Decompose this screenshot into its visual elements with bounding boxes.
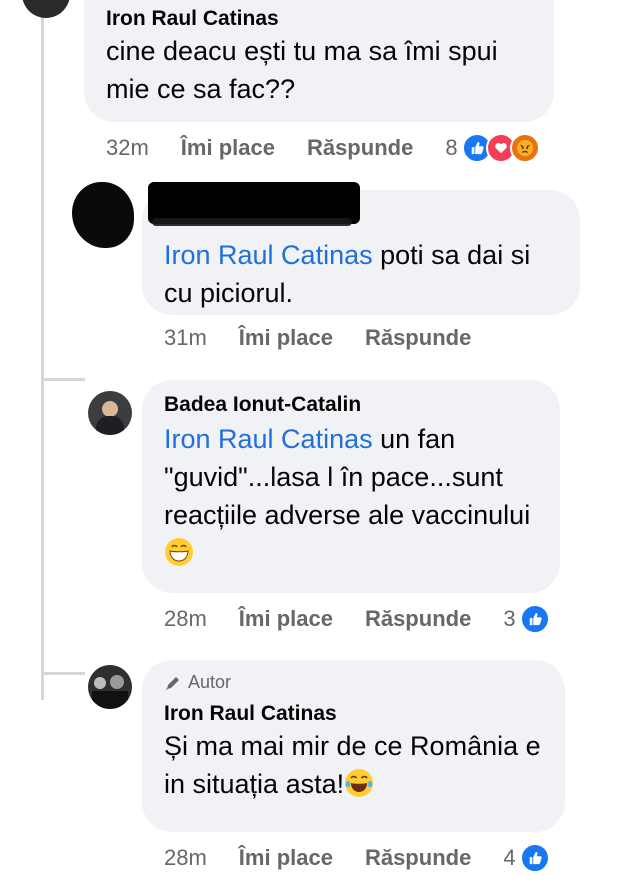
grinning-face-icon — [164, 537, 194, 567]
mention-link[interactable]: Iron Raul Catinas — [164, 424, 373, 454]
reply-button[interactable]: Răspunde — [365, 606, 471, 632]
redacted-author-scribble — [152, 218, 352, 226]
comment-author[interactable]: Badea Ionut-Catalin — [164, 392, 538, 418]
reaction-icons[interactable] — [519, 843, 550, 873]
comment-meta: 28m Îmi place Răspunde 3 — [164, 604, 550, 634]
comment-author[interactable]: Iron Raul Catinas — [106, 6, 532, 32]
author-badge: Autor — [164, 672, 543, 693]
avatar[interactable] — [22, 0, 70, 18]
like-icon — [519, 604, 550, 634]
avatar[interactable] — [72, 182, 134, 248]
thread-branch — [41, 672, 85, 675]
like-button[interactable]: Îmi place — [239, 325, 333, 351]
reaction-count[interactable]: 3 — [503, 606, 515, 632]
angry-icon — [509, 133, 540, 163]
tears-of-joy-icon — [344, 768, 374, 798]
comment-bubble: Iron Raul Catinas cine deacu ești tu ma … — [84, 0, 554, 122]
comment-text: cine deacu ești tu ma sa îmi spui mie ce… — [106, 36, 498, 104]
like-button[interactable]: Îmi place — [239, 606, 333, 632]
reply-button[interactable]: Răspunde — [365, 325, 471, 351]
pen-icon — [166, 676, 179, 690]
mention-link[interactable]: Iron Raul Catinas — [164, 240, 373, 270]
reply-button[interactable]: Răspunde — [307, 135, 413, 161]
comment-bubble: Iron Raul Catinas poti sa dai si cu pici… — [142, 182, 580, 315]
reaction-count[interactable]: 4 — [503, 845, 515, 871]
comment-text: Și ma mai mir de ce România e in situați… — [164, 727, 543, 803]
comment-meta: 31m Îmi place Răspunde — [164, 325, 503, 351]
comment-time[interactable]: 28m — [164, 845, 207, 871]
comment-text: Iron Raul Catinas poti sa dai si cu pici… — [164, 236, 558, 312]
like-button[interactable]: Îmi place — [181, 135, 275, 161]
comment-text: Iron Raul Catinas un fan "guvid"...lasa … — [164, 420, 538, 572]
comment-time[interactable]: 32m — [106, 135, 149, 161]
like-icon — [519, 843, 550, 873]
avatar[interactable] — [88, 391, 132, 435]
like-button[interactable]: Îmi place — [239, 845, 333, 871]
author-badge-label: Autor — [188, 672, 232, 692]
thread-branch — [41, 378, 85, 381]
comment-time[interactable]: 28m — [164, 606, 207, 632]
reaction-count[interactable]: 8 — [445, 135, 457, 161]
comment-bubble: Badea Ionut-Catalin Iron Raul Catinas un… — [142, 380, 560, 593]
avatar[interactable] — [88, 665, 132, 709]
thread-branch — [41, 188, 44, 208]
comment-time[interactable]: 31m — [164, 325, 207, 351]
reaction-icons[interactable] — [519, 604, 550, 634]
reply-button[interactable]: Răspunde — [365, 845, 471, 871]
comment-bubble: Autor Iron Raul Catinas Și ma mai mir de… — [142, 660, 565, 832]
reaction-icons[interactable] — [461, 133, 540, 163]
comment-author[interactable]: Iron Raul Catinas — [164, 701, 543, 727]
thread-line — [41, 0, 44, 700]
comment-meta: 32m Îmi place Răspunde 8 — [106, 133, 540, 163]
comment-meta: 28m Îmi place Răspunde 4 — [164, 843, 550, 873]
